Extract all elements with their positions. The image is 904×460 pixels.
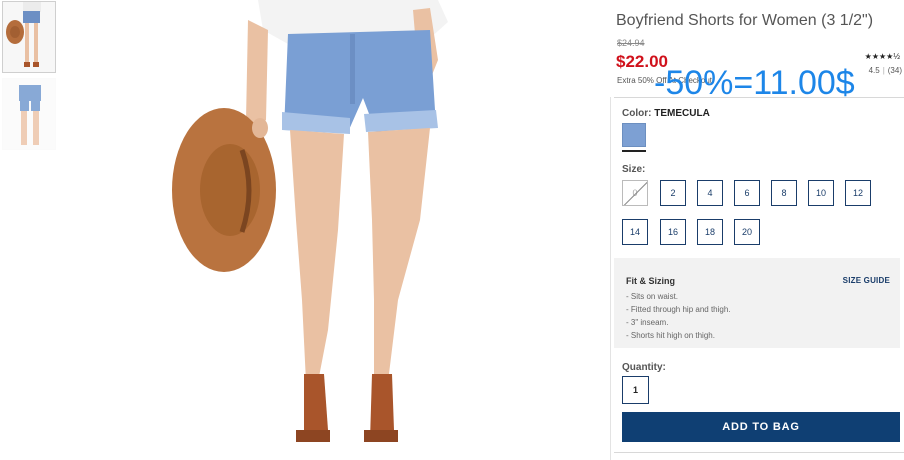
product-title: Boyfriend Shorts for Women (3 1/2"): [616, 12, 874, 29]
thumbnail-1-image: [3, 2, 55, 72]
bottom-divider: [614, 452, 904, 453]
size-option-4[interactable]: 4: [697, 180, 723, 206]
thumbnail-2-image: [3, 79, 55, 149]
add-to-bag-button[interactable]: ADD TO BAG: [622, 412, 900, 442]
selected-swatch-indicator: [622, 150, 646, 152]
color-label: Color: TEMECULA: [622, 108, 710, 119]
size-option-18[interactable]: 18: [697, 219, 723, 245]
quantity-label: Quantity:: [622, 362, 666, 373]
size-option-20[interactable]: 20: [734, 219, 760, 245]
size-guide-link[interactable]: SIZE GUIDE: [843, 276, 890, 285]
size-option-10[interactable]: 10: [808, 180, 834, 206]
star-rating-icon[interactable]: ★★★★½: [865, 52, 900, 61]
thumbnail-1[interactable]: [2, 1, 56, 73]
size-option-16[interactable]: 16: [660, 219, 686, 245]
thumbnail-2[interactable]: [2, 78, 56, 150]
size-option-2[interactable]: 2: [660, 180, 686, 206]
fit-detail-item: - Shorts hit high on thigh.: [626, 331, 715, 340]
size-option-12[interactable]: 12: [845, 180, 871, 206]
fit-details-list: - Sits on waist. - Fitted through hip an…: [626, 290, 731, 342]
review-count[interactable]: (34): [888, 66, 902, 75]
color-value: TEMECULA: [654, 108, 710, 119]
quantity-input[interactable]: 1: [622, 376, 649, 404]
color-label-text: Color:: [622, 108, 652, 119]
product-illustration: [168, 0, 516, 460]
rating-value: 4.5: [868, 66, 880, 75]
size-option-6[interactable]: 6: [734, 180, 760, 206]
color-swatch-temecula[interactable]: [622, 123, 646, 147]
rating-separator: |: [882, 66, 885, 75]
size-label: Size:: [622, 164, 646, 175]
original-price: $24.94: [617, 38, 645, 48]
size-option-14[interactable]: 14: [622, 219, 648, 245]
rating-summary[interactable]: 4.5 | (34): [869, 66, 902, 75]
fit-detail-item: - Fitted through hip and thigh.: [626, 305, 731, 314]
panel-divider-vertical: [610, 97, 611, 460]
section-divider: [614, 97, 904, 98]
discount-annotation: -50%=11.00$: [654, 64, 855, 102]
product-details-panel: Boyfriend Shorts for Women (3 1/2") $24.…: [610, 0, 904, 460]
fit-detail-item: - 3" inseam.: [626, 318, 669, 327]
fit-detail-item: - Sits on waist.: [626, 292, 679, 301]
fit-sizing-title: Fit & Sizing: [626, 276, 675, 286]
product-main-image: [168, 0, 516, 460]
size-option-8[interactable]: 8: [771, 180, 797, 206]
size-option-0[interactable]: 0: [622, 180, 648, 206]
